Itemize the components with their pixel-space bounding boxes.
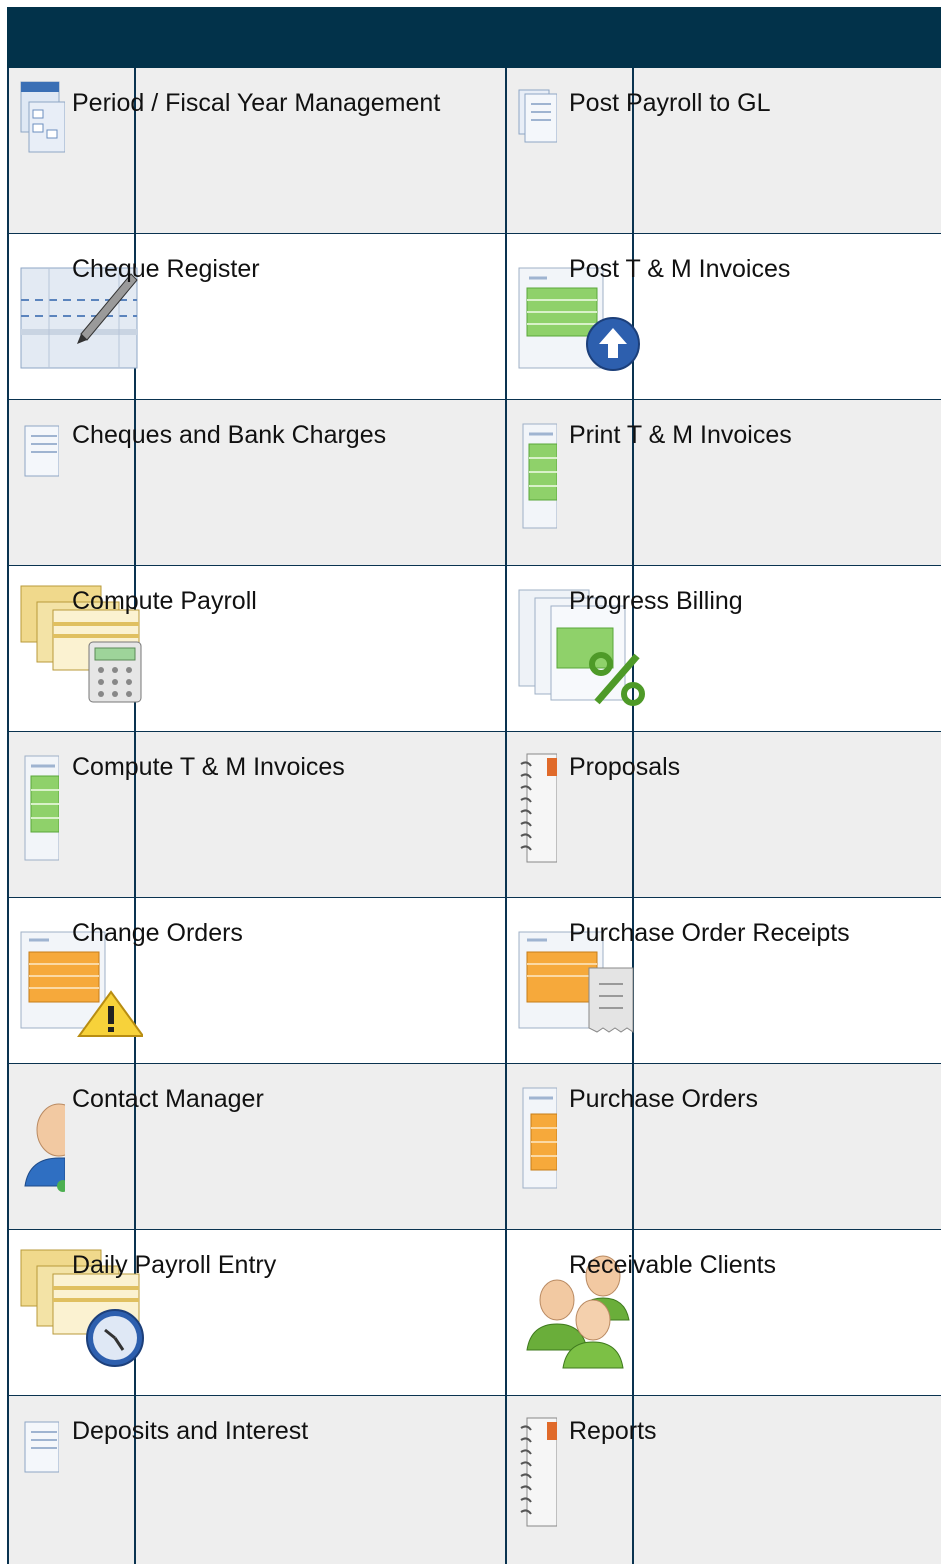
invoice-green-icon [517, 410, 557, 530]
menu-item-progress-billing[interactable]: Progress Billing [505, 566, 941, 731]
grid-divider [505, 68, 507, 1564]
menu-item-label: Purchase Order Receipts [569, 919, 850, 947]
table-row: Period / Fiscal Year Management Post Pay… [7, 68, 941, 234]
menu-grid: Period / Fiscal Year Management Post Pay… [7, 68, 941, 1564]
menu-item-label: Cheques and Bank Charges [72, 421, 387, 449]
menu-item-label: Deposits and Interest [72, 1417, 309, 1445]
menu-item-post-tm-invoices[interactable]: Post T & M Invoices [505, 234, 941, 399]
menu-item-compute-tm-invoices[interactable]: Compute T & M Invoices [7, 732, 505, 897]
menu-item-deposits-interest[interactable]: Deposits and Interest [7, 1396, 505, 1564]
menu-item-period-fiscal-year[interactable]: Period / Fiscal Year Management [7, 68, 505, 233]
menu-item-label: Print T & M Invoices [569, 421, 792, 449]
menu-item-label: Cheque Register [72, 255, 260, 283]
table-row: Daily Payroll Entry Receivable Clients [7, 1230, 941, 1396]
header-bar [7, 7, 941, 68]
contact-person-icon [19, 1074, 65, 1194]
menu-item-change-orders[interactable]: Change Orders [7, 898, 505, 1063]
menu-item-label: Reports [569, 1417, 657, 1445]
document-icon [19, 1406, 59, 1476]
menu-item-daily-payroll-entry[interactable]: Daily Payroll Entry [7, 1230, 505, 1395]
menu-item-purchase-orders[interactable]: Purchase Orders [505, 1064, 941, 1229]
menu-item-purchase-order-receipts[interactable]: Purchase Order Receipts [505, 898, 941, 1063]
menu-item-label: Compute T & M Invoices [72, 753, 345, 781]
menu-item-cheques-bank-charges[interactable]: Cheques and Bank Charges [7, 400, 505, 565]
menu-item-post-payroll-gl[interactable]: Post Payroll to GL [505, 68, 941, 233]
table-row: Cheque Register Post T & M Invoices [7, 234, 941, 400]
invoice-green-icon [19, 742, 59, 862]
table-row: Contact Manager Purchase Orders [7, 1064, 941, 1230]
menu-item-contact-manager[interactable]: Contact Manager [7, 1064, 505, 1229]
menu-item-label: Daily Payroll Entry [72, 1251, 277, 1279]
menu-item-label: Contact Manager [72, 1085, 264, 1113]
menu-item-receivable-clients[interactable]: Receivable Clients [505, 1230, 941, 1395]
purchase-order-icon [517, 1074, 557, 1194]
spiral-notebook-icon [517, 1406, 557, 1530]
menu-item-label: Receivable Clients [569, 1251, 777, 1279]
spiral-notebook-icon [517, 742, 557, 866]
document-pages-icon [517, 78, 557, 148]
table-row: Cheques and Bank Charges Print T & M Inv… [7, 400, 941, 566]
menu-item-label: Period / Fiscal Year Management [72, 89, 441, 117]
menu-item-label: Post Payroll to GL [569, 89, 771, 117]
menu-item-label: Compute Payroll [72, 587, 257, 615]
menu-item-label: Post T & M Invoices [569, 255, 791, 283]
menu-item-compute-payroll[interactable]: Compute Payroll [7, 566, 505, 731]
table-row: Deposits and Interest Reports [7, 1396, 941, 1564]
menu-item-cheque-register[interactable]: Cheque Register [7, 234, 505, 399]
menu-item-label: Purchase Orders [569, 1085, 758, 1113]
grid-divider [7, 68, 9, 1564]
menu-item-proposals[interactable]: Proposals [505, 732, 941, 897]
table-row: Change Orders Purchase Order Receipts [7, 898, 941, 1064]
menu-item-label: Change Orders [72, 919, 243, 947]
menu-item-reports[interactable]: Reports [505, 1396, 941, 1564]
table-row: Compute Payroll Progress Billing [7, 566, 941, 732]
table-row: Compute T & M Invoices Proposals [7, 732, 941, 898]
calendar-pages-icon [19, 78, 65, 188]
document-icon [19, 410, 59, 480]
menu-item-label: Progress Billing [569, 587, 743, 615]
menu-item-label: Proposals [569, 753, 681, 781]
menu-item-print-tm-invoices[interactable]: Print T & M Invoices [505, 400, 941, 565]
